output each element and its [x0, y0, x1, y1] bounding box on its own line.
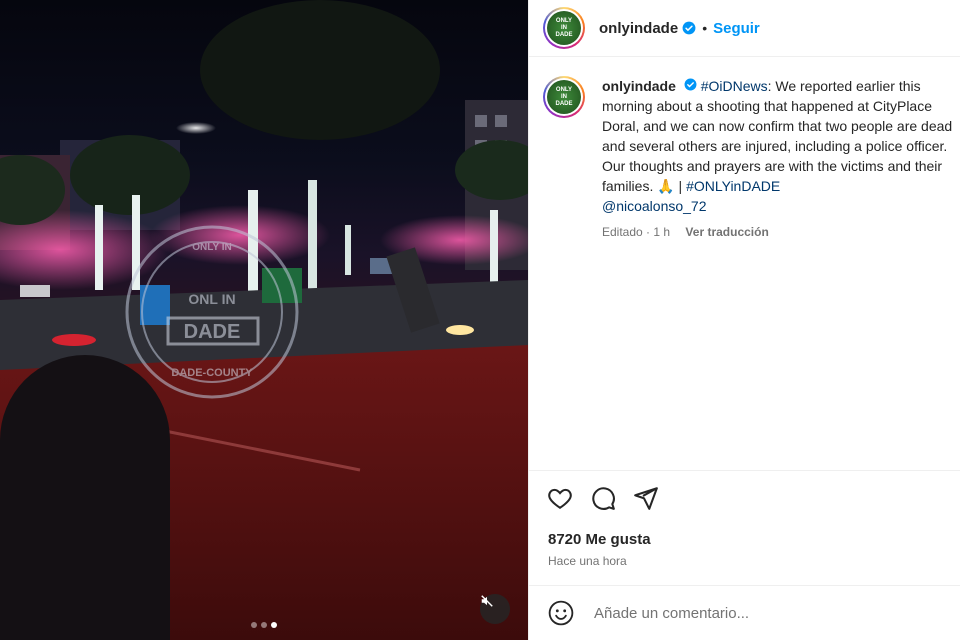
comment-input[interactable] — [592, 603, 916, 623]
caption-meta: Editado · 1 h Ver traducción — [602, 222, 960, 242]
action-section: 8720 Me gusta Hace una hora — [529, 470, 960, 568]
post-timestamp: Hace una hora — [548, 554, 627, 568]
mute-icon — [481, 595, 493, 607]
follow-button[interactable]: Seguir — [713, 20, 760, 37]
verified-icon — [682, 21, 696, 35]
heart-icon[interactable] — [547, 485, 573, 515]
caption-text: onlyindade #OiDNews: We reported earlier… — [602, 76, 960, 242]
caption-divider: | — [674, 178, 687, 194]
meta-separator: · — [646, 225, 651, 239]
video-frame: DADE ONL IN DADE-COUNTY ONLY IN — [0, 0, 528, 640]
carousel-dots — [0, 622, 528, 628]
watermark-top-text: ONLY IN — [192, 242, 231, 253]
post-media[interactable]: DADE ONL IN DADE-COUNTY ONLY IN — [0, 0, 528, 640]
mention-link[interactable]: @nicoalonso_72 — [602, 198, 707, 214]
watermark-side-text: ONL IN — [188, 291, 235, 307]
caption: ONLY IN DADE onlyindade #OiDNews: We repor… — [543, 76, 960, 242]
carousel-dot[interactable] — [251, 622, 257, 628]
like-count[interactable]: 8720 Me gusta — [529, 531, 960, 548]
carousel-dot[interactable] — [261, 622, 267, 628]
separator-dot: • — [702, 20, 708, 36]
caption-body: : We reported earlier this morning about… — [602, 78, 953, 194]
edited-time: 1 h — [653, 225, 671, 239]
share-icon[interactable] — [633, 485, 659, 515]
edited-label: Editado — [602, 225, 643, 239]
avatar-logo: ONLY IN DADE — [547, 11, 581, 45]
see-translation-link[interactable]: Ver traducción — [685, 225, 768, 239]
comment-icon[interactable] — [590, 485, 616, 515]
hashtag-link[interactable]: #OiDNews — [701, 78, 768, 94]
prayer-emoji: 🙏 — [657, 178, 675, 194]
post-header: ONLY IN DADE onlyindade • Seguir — [529, 0, 960, 57]
verified-icon — [684, 78, 697, 91]
emoji-icon[interactable] — [548, 600, 574, 626]
comment-bar — [529, 585, 960, 640]
avatar-logo: ONLY IN DADE — [547, 80, 581, 114]
carousel-dot-active[interactable] — [271, 622, 277, 628]
watermark-main-text: DADE — [184, 321, 241, 343]
mute-button[interactable] — [480, 594, 510, 624]
hashtag-link[interactable]: #ONLYinDADE — [686, 178, 780, 194]
caption-avatar[interactable]: ONLY IN DADE — [543, 76, 585, 118]
avatar[interactable]: ONLY IN DADE — [543, 7, 585, 49]
watermark-bottom-text: DADE-COUNTY — [171, 367, 253, 379]
post-panel: ONLY IN DADE onlyindade • Seguir ONLY IN DAD… — [528, 0, 960, 640]
action-icons — [529, 471, 960, 515]
caption-username[interactable]: onlyindade — [602, 78, 676, 94]
username-link[interactable]: onlyindade — [599, 20, 678, 37]
